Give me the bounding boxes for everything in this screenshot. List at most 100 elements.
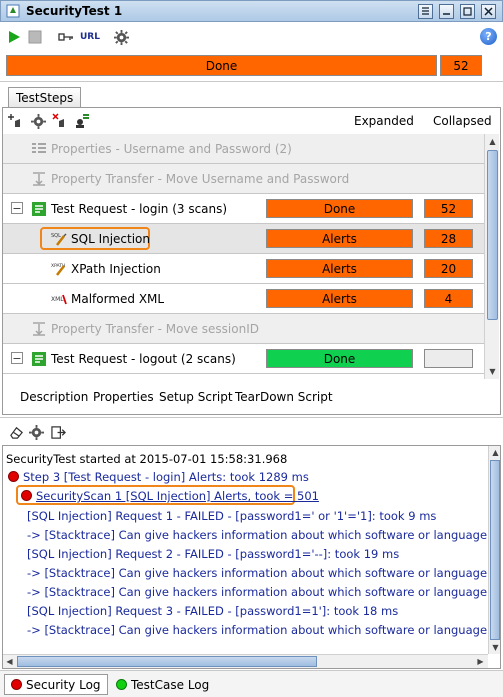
details-tab-bar: Description Properties Setup Script Tear… [3, 383, 500, 411]
configure-icon[interactable] [30, 113, 46, 129]
svg-text:SQL: SQL [51, 233, 61, 239]
log-settings-icon[interactable] [28, 424, 44, 440]
list-item[interactable]: Property Transfer - Move Username and Pa… [3, 164, 484, 194]
log-line: -> [Stacktrace] Can give hackers informa… [27, 585, 501, 599]
status-bar: Alerts [266, 259, 413, 278]
title-bar: SecurityTest 1 [0, 0, 503, 22]
property-transfer-icon [31, 171, 47, 187]
error-status-icon [21, 490, 32, 501]
tab-properties[interactable]: Properties [93, 390, 154, 404]
row-label: XPath Injection [71, 262, 161, 276]
list-item[interactable]: XML Malformed XML Alerts 4 [3, 284, 484, 314]
tab-description[interactable]: Description [20, 390, 88, 404]
scroll-down-icon[interactable]: ▼ [489, 641, 500, 654]
alert-count: 28 [424, 229, 473, 248]
tab-security-log[interactable]: Security Log [4, 674, 108, 695]
property-transfer-icon [31, 321, 47, 337]
scroll-up-icon[interactable]: ▲ [489, 446, 500, 459]
alert-count: 52 [424, 199, 473, 218]
overall-progress-bar: Done [6, 55, 437, 76]
options-icon[interactable] [58, 29, 74, 45]
run-icon[interactable] [6, 29, 22, 45]
maximize-icon[interactable] [460, 4, 475, 19]
status-bar: Alerts [266, 229, 413, 248]
log-line: [SQL Injection] Request 1 - FAILED - [pa… [27, 509, 437, 523]
close-icon[interactable] [481, 4, 496, 19]
status-bar: Done [266, 349, 413, 368]
tab-teststeps[interactable]: TestSteps [8, 87, 82, 107]
row-label: Property Transfer - Move sessionID [51, 322, 259, 336]
teststeps-list: Properties - Username and Password (2) P… [3, 134, 484, 374]
error-status-icon [11, 679, 22, 690]
log-line: -> [Stacktrace] Can give hackers informa… [27, 566, 501, 580]
alert-count: 20 [424, 259, 473, 278]
properties-icon [31, 141, 47, 157]
scroll-thumb[interactable] [17, 656, 317, 667]
tab-setup-script[interactable]: Setup Script [159, 390, 233, 404]
log-tab-bar: Security Log TestCase Log [0, 670, 503, 697]
scroll-left-icon[interactable]: ◀ [3, 655, 16, 668]
assertions-icon[interactable] [74, 113, 90, 129]
list-item[interactable]: − Test Request - login (3 scans) Done 52 [3, 194, 484, 224]
log-vertical-scrollbar[interactable]: ▲ ▼ [488, 446, 500, 654]
row-label: Test Request - logout (2 scans) [51, 352, 236, 366]
minimize-icon[interactable] [439, 4, 454, 19]
alert-count: 4 [424, 289, 473, 308]
security-test-icon [6, 4, 20, 18]
main-toolbar: URL ? [0, 24, 503, 50]
steps-scrollbar[interactable]: ▲ ▼ [484, 134, 499, 379]
row-label: Properties - Username and Password (2) [51, 142, 292, 156]
log-line[interactable]: SecurityScan 1 [SQL Injection] Alerts, t… [21, 489, 319, 503]
row-label: SQL Injection [71, 232, 151, 246]
alert-count [424, 349, 473, 368]
export-icon[interactable] [50, 424, 66, 440]
status-bar: Done [266, 199, 413, 218]
malformed-xml-icon: XML [51, 291, 67, 307]
list-item[interactable]: Properties - Username and Password (2) [3, 134, 484, 164]
tab-testcase-log[interactable]: TestCase Log [110, 674, 215, 695]
scroll-right-icon[interactable]: ▶ [474, 655, 487, 668]
scroll-down-icon[interactable]: ▼ [485, 364, 500, 379]
scroll-up-icon[interactable]: ▲ [485, 134, 500, 149]
row-label: Malformed XML [71, 292, 165, 306]
collapse-icon[interactable]: − [11, 202, 23, 214]
scroll-thumb[interactable] [487, 150, 498, 320]
scroll-thumb[interactable] [490, 460, 500, 640]
log-line: [SQL Injection] Request 3 - FAILED - [pa… [27, 604, 399, 618]
collapsed-label[interactable]: Collapsed [433, 114, 492, 128]
settings-gear-icon[interactable] [113, 29, 129, 45]
log-horizontal-scrollbar[interactable]: ◀ ▶ [3, 654, 488, 668]
list-item[interactable]: Property Transfer - Move sessionID [3, 314, 484, 344]
log-line: -> [Stacktrace] Can give hackers informa… [27, 528, 501, 542]
add-scan-icon[interactable] [8, 113, 24, 129]
toggle-icon[interactable] [418, 4, 433, 19]
list-item[interactable]: − Test Request - logout (2 scans) Done [3, 344, 484, 374]
row-label: Property Transfer - Move Username and Pa… [51, 172, 350, 186]
help-icon[interactable]: ? [480, 28, 497, 45]
remove-scan-icon[interactable] [52, 113, 68, 129]
list-item[interactable]: SQL SQL Injection Alerts 28 [3, 224, 484, 254]
soap-request-icon [31, 201, 47, 217]
overall-count: 52 [440, 55, 482, 76]
url-icon[interactable]: URL [80, 29, 100, 45]
list-item[interactable]: XPATH XPath Injection Alerts 20 [3, 254, 484, 284]
sql-injection-icon: SQL [51, 231, 67, 247]
xpath-injection-icon: XPATH [51, 261, 67, 277]
status-bar: Alerts [266, 289, 413, 308]
eraser-icon[interactable] [8, 424, 24, 440]
expanded-label[interactable]: Expanded [354, 114, 414, 128]
log-line[interactable]: Step 3 [Test Request - login] Alerts: to… [8, 470, 309, 484]
error-status-icon [8, 471, 19, 482]
tab-bar: TestSteps [0, 85, 503, 107]
svg-text:XML: XML [51, 296, 64, 303]
security-log-panel: SecurityTest started at 2015-07-01 15:58… [2, 445, 501, 669]
tab-teardown-script[interactable]: TearDown Script [235, 390, 333, 404]
log-line: SecurityTest started at 2015-07-01 15:58… [6, 452, 288, 466]
log-line: [SQL Injection] Request 2 - FAILED - [pa… [27, 547, 400, 561]
stop-icon[interactable] [27, 29, 43, 45]
steps-toolbar [4, 110, 499, 132]
divider [0, 81, 503, 82]
log-line: -> [Stacktrace] Can give hackers informa… [27, 623, 501, 637]
window-title: SecurityTest 1 [26, 4, 123, 18]
collapse-icon[interactable]: − [11, 352, 23, 364]
